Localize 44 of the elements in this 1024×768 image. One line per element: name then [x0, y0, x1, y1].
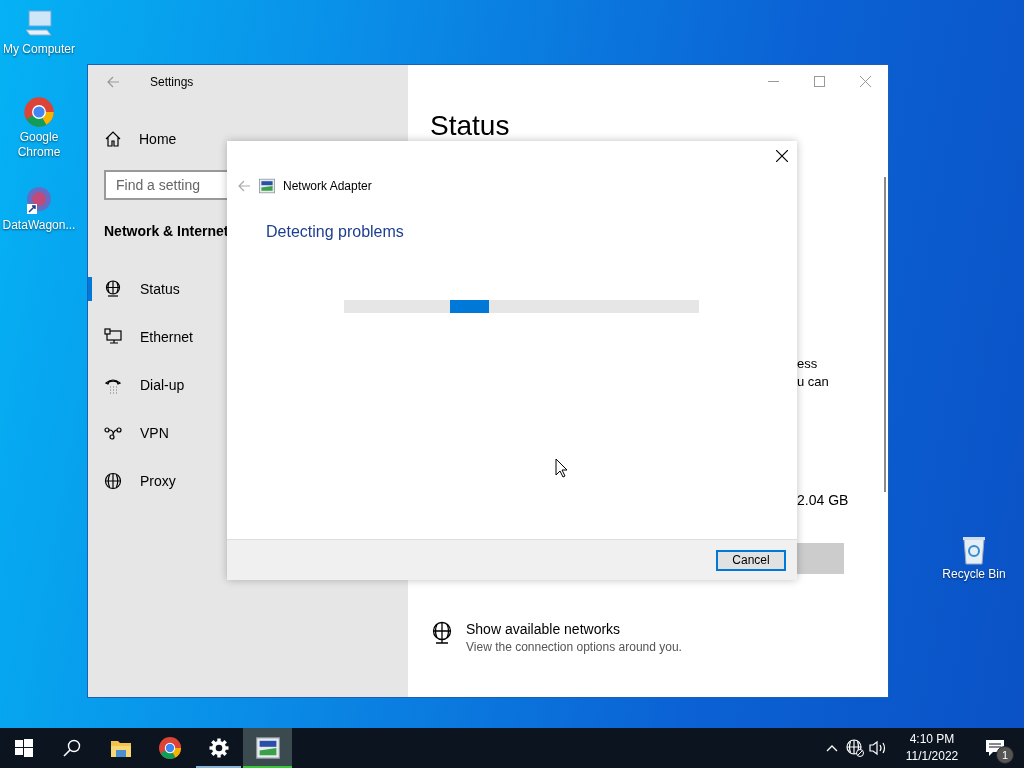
phone-icon: [104, 376, 122, 394]
home-icon: [104, 130, 122, 148]
maximize-icon: [813, 75, 825, 87]
network-adapter-icon: [259, 178, 275, 194]
data-usage-value: 2.04 GB: [797, 491, 849, 509]
text-fragment: ess: [797, 355, 818, 373]
globe-monitor-icon: [104, 280, 122, 298]
scrollbar[interactable]: [884, 177, 886, 492]
section-heading: Network & Internet: [104, 222, 229, 241]
monitor-icon: [104, 328, 122, 346]
network-adapter-icon: [255, 736, 280, 760]
chrome-icon: [157, 736, 182, 760]
clock-date: 11/1/2022: [905, 748, 959, 765]
text-fragment: u can: [797, 373, 829, 391]
recycle-bin-icon: [960, 535, 988, 565]
globe-icon: [104, 472, 122, 490]
page-title: Status: [430, 111, 510, 141]
gear-icon: [208, 738, 229, 758]
notification-count: 1: [996, 746, 1014, 764]
taskbar-app-button[interactable]: [243, 728, 292, 768]
close-icon: [776, 150, 788, 162]
windows-logo-icon: [15, 739, 33, 757]
cancel-button[interactable]: Cancel: [716, 549, 786, 571]
globe-monitor-icon: [430, 621, 454, 645]
chrome-icon: [23, 96, 55, 128]
nav-item[interactable]: Dial-up: [88, 361, 408, 409]
vpn-icon: [104, 424, 122, 442]
nav-item[interactable]: Ethernet: [88, 313, 408, 361]
nav-item[interactable]: VPN: [88, 409, 408, 457]
dialog-title: Network Adapter: [283, 179, 372, 193]
status-heading: Detecting problems: [266, 223, 404, 241]
close-icon: [859, 75, 871, 87]
search-icon: [63, 739, 81, 757]
folder-icon: [109, 738, 132, 758]
link-title[interactable]: Show available networks: [466, 621, 682, 637]
desktop-icon-label[interactable]: Recycle Bin: [942, 567, 1006, 582]
window-title: Settings: [150, 74, 194, 89]
nav-item[interactable]: Status: [88, 265, 408, 313]
link-description: View the connection options around you.: [466, 640, 682, 654]
nav-item[interactable]: Proxy: [88, 457, 408, 505]
clock-time: 4:10 PM: [909, 731, 955, 748]
cursor-icon: [555, 458, 568, 478]
home-link[interactable]: Home: [88, 119, 408, 159]
clock[interactable]: 4:10 PM 11/1/2022: [889, 731, 975, 765]
